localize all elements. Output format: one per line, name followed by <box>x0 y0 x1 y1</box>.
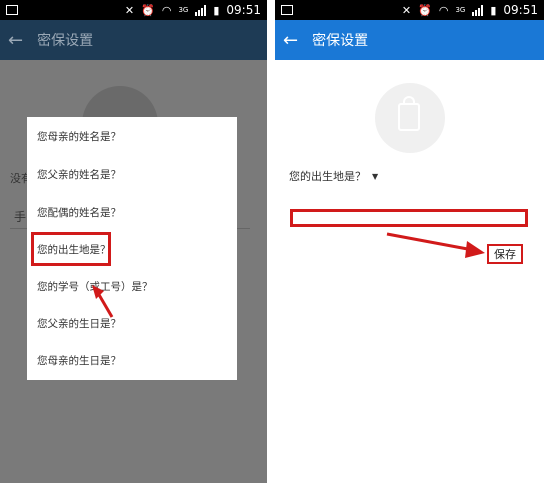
app-bar: ← 密保设置 <box>0 20 267 60</box>
wifi-icon: ◠ <box>161 3 172 17</box>
status-icons: ✕ ⏰ ◠ 3G ▮ 09:51 <box>125 0 261 20</box>
lock-bag-icon-body <box>398 103 420 131</box>
highlight-box <box>31 232 111 266</box>
status-icons: ✕ ⏰ ◠ 3G ▮ 09:51 <box>402 0 538 20</box>
selected-question: 您的出生地是？ <box>289 170 366 183</box>
alarm-icon: ⏰ <box>418 3 432 17</box>
image-notification-icon <box>281 5 293 15</box>
annotation-arrow-icon <box>386 232 485 258</box>
question-option[interactable]: 您配偶的姓名是？ <box>37 205 121 220</box>
clock: 09:51 <box>226 3 261 17</box>
clock: 09:51 <box>503 3 538 17</box>
left-screen: ✕ ⏰ ◠ 3G ▮ 09:51 ← 密保设置 没有 手 您母亲的姓名是？ 您父… <box>0 0 267 483</box>
question-option[interactable]: 您母亲的姓名是？ <box>37 129 121 144</box>
answer-input[interactable] <box>290 209 528 227</box>
question-select[interactable]: 您的出生地是？ ▼ <box>289 168 378 184</box>
image-notification-icon <box>6 5 18 15</box>
network-label: 3G <box>178 6 189 14</box>
annotation-arrow-icon <box>92 285 114 318</box>
status-bar: ✕ ⏰ ◠ 3G ▮ 09:51 <box>275 0 544 20</box>
network-label: 3G <box>455 6 466 14</box>
signal-icon <box>195 4 207 16</box>
status-bar: ✕ ⏰ ◠ 3G ▮ 09:51 <box>0 0 267 20</box>
signal-icon <box>472 4 484 16</box>
dropdown-caret-icon: ▼ <box>372 171 379 181</box>
page-title: 密保设置 <box>37 33 94 49</box>
back-arrow-icon[interactable]: ← <box>283 30 298 51</box>
alarm-icon: ⏰ <box>141 3 155 17</box>
question-option[interactable]: 您父亲的姓名是？ <box>37 167 121 182</box>
page-title: 密保设置 <box>312 33 369 49</box>
back-arrow-icon[interactable]: ← <box>8 30 23 51</box>
mute-icon: ✕ <box>124 3 135 17</box>
question-option[interactable]: 您母亲的生日是？ <box>37 353 121 368</box>
background-field-label: 手 <box>14 210 27 224</box>
app-bar: ← 密保设置 <box>275 20 544 60</box>
right-screen: ✕ ⏰ ◠ 3G ▮ 09:51 ← 密保设置 您的出生地是？ ▼ 保存 <box>275 0 544 483</box>
mute-icon: ✕ <box>401 3 412 17</box>
battery-icon: ▮ <box>213 3 220 17</box>
wifi-icon: ◠ <box>438 3 449 17</box>
save-button[interactable]: 保存 <box>487 244 523 264</box>
battery-icon: ▮ <box>490 3 497 17</box>
